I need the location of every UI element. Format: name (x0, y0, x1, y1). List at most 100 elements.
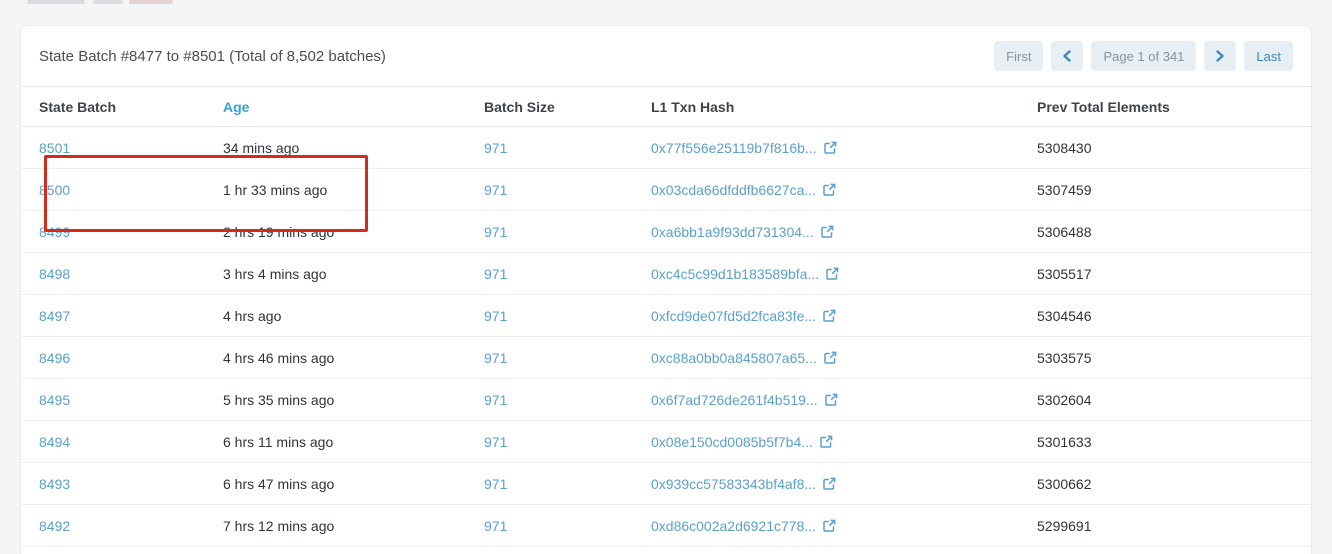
l1-txn-hash-text: 0xc88a0bb0a845807a65... (651, 350, 817, 366)
l1-txn-hash-text: 0x939cc57583343bf4af8... (651, 476, 816, 492)
age-cell: 4 hrs 46 mins ago (223, 337, 484, 379)
state-batch-link[interactable]: 8494 (39, 434, 70, 450)
table-row: 8498 3 hrs 4 mins ago 971 0xc4c5c99d1b18… (21, 253, 1313, 295)
batch-size-link[interactable]: 971 (484, 434, 507, 450)
l1-txn-hash-text: 0x77f556e25119b7f816b... (651, 140, 817, 156)
age-cell: 3 hrs 4 mins ago (223, 253, 484, 295)
batch-size-link[interactable]: 971 (484, 266, 507, 282)
table-row: 8501 34 mins ago 971 0x77f556e25119b7f81… (21, 127, 1313, 169)
l1-txn-hash-link[interactable]: 0xc88a0bb0a845807a65... (651, 350, 837, 366)
external-link-icon (824, 141, 837, 154)
age-cell: 5 hrs 35 mins ago (223, 379, 484, 421)
batch-size-link[interactable]: 971 (484, 140, 507, 156)
prev-total-elements-cell: 5308430 (1037, 127, 1313, 169)
l1-txn-hash-link[interactable]: 0x08e150cd0085b5f7b4... (651, 434, 833, 450)
external-link-icon (825, 393, 838, 406)
age-cell: 6 hrs 47 mins ago (223, 463, 484, 505)
age-cell: 4 hrs ago (223, 295, 484, 337)
clipped-page-heading (27, 0, 177, 6)
next-page-button[interactable] (1204, 41, 1236, 71)
external-link-icon (824, 351, 837, 364)
external-link-icon (823, 309, 836, 322)
state-batch-link[interactable]: 8499 (39, 224, 70, 240)
l1-txn-hash-link[interactable]: 0x939cc57583343bf4af8... (651, 476, 836, 492)
batch-size-link[interactable]: 971 (484, 182, 507, 198)
previous-page-button[interactable] (1051, 41, 1083, 71)
prev-total-elements-cell: 5303575 (1037, 337, 1313, 379)
batch-size-link[interactable]: 971 (484, 350, 507, 366)
state-batches-table: State Batch Age Batch Size L1 Txn Hash P… (21, 86, 1313, 547)
external-link-icon (823, 477, 836, 490)
column-header-batch-size: Batch Size (484, 87, 651, 127)
l1-txn-hash-link[interactable]: 0x6f7ad726de261f4b519... (651, 392, 838, 408)
state-batch-link[interactable]: 8492 (39, 518, 70, 534)
first-page-button[interactable]: First (994, 41, 1043, 71)
l1-txn-hash-link[interactable]: 0x77f556e25119b7f816b... (651, 140, 837, 156)
l1-txn-hash-link[interactable]: 0xfcd9de07fd5d2fca83fe... (651, 308, 836, 324)
external-link-icon (820, 435, 833, 448)
prev-total-elements-cell: 5302604 (1037, 379, 1313, 421)
batch-size-link[interactable]: 971 (484, 518, 507, 534)
table-row: 8499 2 hrs 19 mins ago 971 0xa6bb1a9f93d… (21, 211, 1313, 253)
prev-total-elements-cell: 5305517 (1037, 253, 1313, 295)
l1-txn-hash-text: 0x6f7ad726de261f4b519... (651, 392, 818, 408)
column-header-l1-txn-hash: L1 Txn Hash (651, 87, 1037, 127)
age-cell: 7 hrs 12 mins ago (223, 505, 484, 547)
column-header-age-sorted[interactable]: Age (223, 87, 484, 127)
age-cell: 34 mins ago (223, 127, 484, 169)
l1-txn-hash-link[interactable]: 0xa6bb1a9f93dd731304... (651, 224, 834, 240)
state-batch-link[interactable]: 8493 (39, 476, 70, 492)
batch-size-link[interactable]: 971 (484, 392, 507, 408)
column-header-state-batch: State Batch (21, 87, 223, 127)
external-link-icon (826, 267, 839, 280)
age-cell: 6 hrs 11 mins ago (223, 421, 484, 463)
state-batch-link[interactable]: 8500 (39, 182, 70, 198)
column-header-prev-total-elements: Prev Total Elements (1037, 87, 1313, 127)
table-row: 8493 6 hrs 47 mins ago 971 0x939cc575833… (21, 463, 1313, 505)
l1-txn-hash-text: 0xc4c5c99d1b183589bfa... (651, 266, 819, 282)
table-row: 8494 6 hrs 11 mins ago 971 0x08e150cd008… (21, 421, 1313, 463)
state-batch-link[interactable]: 8495 (39, 392, 70, 408)
chevron-left-icon (1062, 50, 1072, 62)
external-link-icon (823, 519, 836, 532)
last-page-button[interactable]: Last (1244, 41, 1293, 71)
table-row: 8495 5 hrs 35 mins ago 971 0x6f7ad726de2… (21, 379, 1313, 421)
batch-size-link[interactable]: 971 (484, 308, 507, 324)
prev-total-elements-cell: 5300662 (1037, 463, 1313, 505)
chevron-right-icon (1215, 50, 1225, 62)
table-row: 8497 4 hrs ago 971 0xfcd9de07fd5d2fca83f… (21, 295, 1313, 337)
table-row: 8500 1 hr 33 mins ago 971 0x03cda66dfddf… (21, 169, 1313, 211)
state-batch-link[interactable]: 8497 (39, 308, 70, 324)
l1-txn-hash-text: 0x08e150cd0085b5f7b4... (651, 434, 813, 450)
l1-txn-hash-link[interactable]: 0xd86c002a2d6921c778... (651, 518, 836, 534)
l1-txn-hash-link[interactable]: 0x03cda66dfddfb6627ca... (651, 182, 836, 198)
external-link-icon (823, 183, 836, 196)
batch-size-link[interactable]: 971 (484, 476, 507, 492)
l1-txn-hash-text: 0x03cda66dfddfb6627ca... (651, 182, 816, 198)
table-header-row: State Batch Age Batch Size L1 Txn Hash P… (21, 87, 1313, 127)
external-link-icon (821, 225, 834, 238)
batch-size-link[interactable]: 971 (484, 224, 507, 240)
pagination: First Page 1 of 341 Last (994, 41, 1293, 71)
card-header: State Batch #8477 to #8501 (Total of 8,5… (21, 26, 1311, 86)
age-cell: 1 hr 33 mins ago (223, 169, 484, 211)
state-batch-link[interactable]: 8496 (39, 350, 70, 366)
state-batches-card: State Batch #8477 to #8501 (Total of 8,5… (20, 25, 1312, 554)
page-indicator: Page 1 of 341 (1091, 41, 1196, 71)
prev-total-elements-cell: 5307459 (1037, 169, 1313, 211)
prev-total-elements-cell: 5306488 (1037, 211, 1313, 253)
prev-total-elements-cell: 5304546 (1037, 295, 1313, 337)
state-batch-link[interactable]: 8498 (39, 266, 70, 282)
prev-total-elements-cell: 5301633 (1037, 421, 1313, 463)
age-cell: 2 hrs 19 mins ago (223, 211, 484, 253)
prev-total-elements-cell: 5299691 (1037, 505, 1313, 547)
table-row: 8496 4 hrs 46 mins ago 971 0xc88a0bb0a84… (21, 337, 1313, 379)
state-batch-link[interactable]: 8501 (39, 140, 70, 156)
l1-txn-hash-text: 0xa6bb1a9f93dd731304... (651, 224, 814, 240)
l1-txn-hash-text: 0xd86c002a2d6921c778... (651, 518, 816, 534)
batch-range-summary: State Batch #8477 to #8501 (Total of 8,5… (39, 48, 386, 65)
l1-txn-hash-text: 0xfcd9de07fd5d2fca83fe... (651, 308, 816, 324)
table-row: 8492 7 hrs 12 mins ago 971 0xd86c002a2d6… (21, 505, 1313, 547)
l1-txn-hash-link[interactable]: 0xc4c5c99d1b183589bfa... (651, 266, 839, 282)
table-body: 8501 34 mins ago 971 0x77f556e25119b7f81… (21, 127, 1313, 547)
